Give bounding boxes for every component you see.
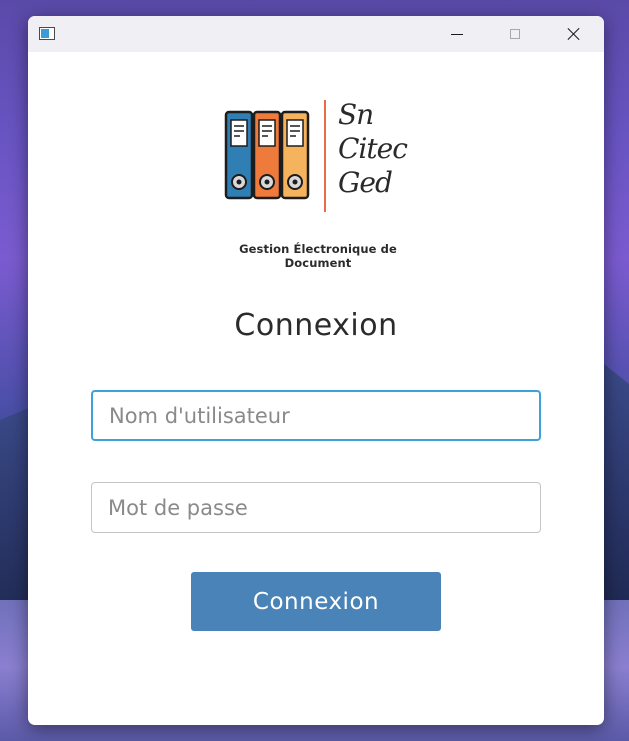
logo-wordmark-line-1: Sn — [338, 98, 374, 131]
login-window: Sn Citec Ged Gestion Électronique de Doc… — [28, 16, 604, 725]
maximize-button[interactable] — [486, 16, 544, 52]
logo-wordmark: Sn Citec Ged — [338, 98, 408, 200]
title-bar[interactable] — [28, 16, 604, 52]
window-app-icon — [39, 27, 55, 40]
logo-wordmark-line-2: Citec — [338, 132, 408, 165]
login-button[interactable]: Connexion — [191, 572, 441, 631]
login-heading: Connexion — [234, 308, 398, 343]
binders-icon — [224, 110, 310, 200]
close-icon — [567, 27, 581, 41]
minimize-button[interactable] — [428, 16, 486, 52]
logo-tagline: Gestion Électronique de Document — [239, 242, 397, 270]
logo-divider — [324, 100, 326, 212]
logo-wordmark-line-3: Ged — [338, 166, 393, 199]
minimize-icon — [451, 33, 463, 35]
username-input[interactable] — [91, 390, 541, 441]
maximize-icon — [510, 29, 520, 39]
password-input[interactable] — [91, 482, 541, 533]
app-logo: Sn Citec Ged — [224, 98, 414, 214]
close-button[interactable] — [545, 16, 603, 52]
